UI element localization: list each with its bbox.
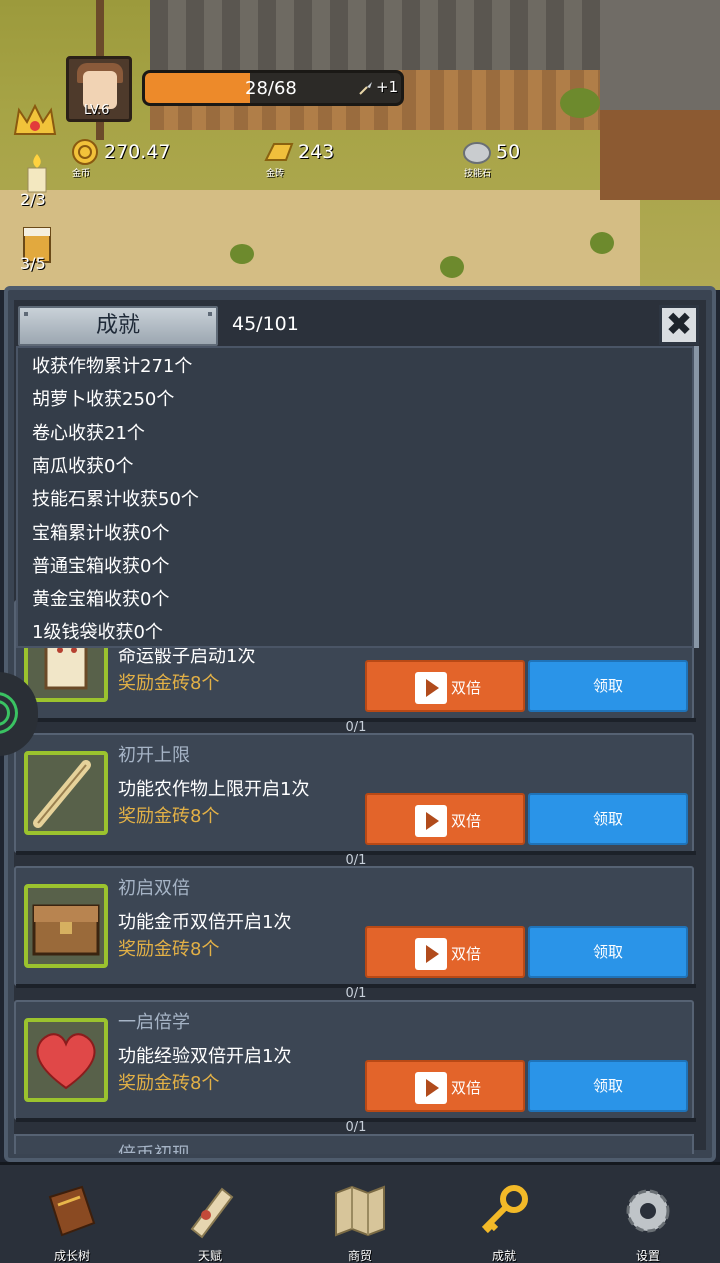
nav-item-trade[interactable]: 商贸 [310, 1171, 410, 1263]
achievement-progress: 0/1 [345, 1120, 367, 1135]
candle-counter[interactable]: 2/3 [16, 152, 60, 212]
bush [440, 256, 464, 278]
bush [230, 244, 254, 264]
achievement-card: 一启倍学功能经验双倍开启1次 奖励金砖8个 双倍 领取 0/1 [14, 1000, 696, 1135]
video-play-icon [415, 805, 447, 837]
nav-item-achievement[interactable]: 成就 [454, 1171, 554, 1263]
achievement-desc: 功能经验双倍开启1次 [118, 1046, 292, 1067]
scroll-icon [190, 1187, 234, 1239]
stats-dropdown[interactable]: 收获作物累计271个 胡萝卜收获250个 卷心收获21个 南瓜收获0个技能石累计收获5… [16, 346, 694, 648]
stat-row: 普通宝箱收获0个 [32, 555, 170, 577]
stat-row: 卷心收获21个 [32, 422, 145, 444]
gold-brick-icon [264, 143, 294, 161]
resource-value: 243 [298, 141, 335, 163]
stat-row: 黄金宝箱收获0个 [32, 589, 170, 611]
double-reward-button[interactable]: 双倍 [365, 660, 525, 712]
resource-caption: 金砖 [266, 169, 285, 179]
player-level: LV.6 [84, 103, 110, 118]
candle-icon [27, 154, 47, 193]
scrollbar[interactable] [694, 346, 699, 648]
double-reward-button[interactable]: 双倍 [365, 1060, 525, 1112]
stat-row: 1级钱袋收获0个 [32, 622, 163, 644]
stat-row: 宝箱累计收获0个 [32, 522, 170, 544]
double-reward-button[interactable]: 双倍 [365, 926, 525, 978]
achievement-icon-frame [24, 751, 108, 835]
crown-icon[interactable] [12, 100, 58, 140]
achievement-card: 初开上限功能农作物上限开启1次 奖励金砖8个 双倍 领取 0/1 [14, 733, 696, 868]
claim-button[interactable]: 领取 [528, 660, 688, 712]
claim-button[interactable]: 领取 [528, 793, 688, 845]
resource-value: 50 [496, 141, 521, 163]
bush [560, 88, 600, 118]
candle-count: 2/3 [20, 190, 46, 209]
key-icon [481, 1185, 528, 1234]
barn [600, 0, 720, 200]
dirt-path [0, 190, 640, 290]
nav-label: 设置 [635, 1249, 660, 1263]
achievement-card-partial: 倍币初现 [14, 1134, 694, 1154]
achievement-reward: 奖励金砖8个 [118, 673, 220, 694]
nav-item-talent[interactable]: 天赋 [160, 1171, 260, 1263]
achievement-icon-frame [24, 884, 108, 968]
nav-item-settings[interactable]: 设置 [598, 1171, 698, 1263]
achievement-name: 倍币初现 [118, 1140, 190, 1154]
achievement-count: 45/101 [232, 313, 299, 335]
achievement-tab[interactable]: 成就 [18, 306, 218, 346]
heart-icon [36, 1033, 96, 1090]
close-button[interactable]: ✖ [659, 305, 699, 345]
double-label: 双倍 [451, 1079, 482, 1097]
achievement-reward: 奖励金砖8个 [118, 939, 220, 960]
achievement-desc: 功能金币双倍开启1次 [118, 912, 292, 933]
bottom-nav: 成长树 天赋 商贸 成就 设置 [0, 1162, 720, 1263]
achievement-card: 初启双倍功能金币双倍开启1次 奖励金砖8个 双倍 领取 0/1 [14, 866, 696, 1001]
double-label: 双倍 [451, 812, 482, 830]
achievement-progress: 0/1 [345, 986, 367, 1001]
achievement-desc: 功能农作物上限开启1次 [118, 779, 310, 800]
double-label: 双倍 [451, 679, 482, 697]
video-play-icon [415, 1072, 447, 1104]
video-play-icon [415, 938, 447, 970]
nav-item-growth-tree[interactable]: 成长树 [22, 1171, 122, 1263]
shovel-icon [359, 82, 372, 95]
achievement-reward: 奖励金砖8个 [118, 806, 220, 827]
nav-label: 商贸 [347, 1249, 372, 1263]
achievement-name: 初开上限 [118, 745, 190, 766]
achievement-progress: 0/1 [345, 853, 367, 868]
resource-caption: 技能石 [464, 169, 492, 179]
wand-icon [33, 760, 91, 828]
xp-text: 28/68 [245, 78, 297, 99]
nav-label: 成就 [491, 1249, 516, 1263]
gear-icon [626, 1189, 670, 1233]
claim-button[interactable]: 领取 [528, 926, 688, 978]
stat-row: 技能石累计收获50个 [32, 489, 199, 511]
nav-label: 成长树 [53, 1249, 90, 1263]
resource-caption: 金币 [72, 169, 91, 179]
achievement-name: 一启倍学 [118, 1012, 190, 1033]
stat-row: 南瓜收获0个 [32, 455, 134, 477]
achievement-progress: 0/1 [345, 720, 367, 735]
treasure-chest-icon [32, 904, 100, 956]
video-play-icon [415, 672, 447, 704]
xp-bar-fill [145, 73, 250, 103]
gold-coin-icon [72, 139, 98, 165]
claim-button[interactable]: 领取 [528, 1060, 688, 1112]
drink-counter[interactable]: 3/5 [16, 222, 60, 282]
skill-stone-icon [463, 142, 491, 164]
nav-label: 天赋 [197, 1249, 222, 1263]
double-reward-button[interactable]: 双倍 [365, 793, 525, 845]
achievement-icon-frame [24, 1018, 108, 1102]
achievement-reward: 奖励金砖8个 [118, 1073, 220, 1094]
resource-value: 270.47 [104, 141, 171, 163]
stat-row: 胡萝卜收获250个 [32, 389, 175, 411]
xp-bonus: +1 [376, 78, 399, 96]
drink-count: 3/5 [20, 254, 46, 273]
double-label: 双倍 [451, 945, 482, 963]
stat-row: 收获作物累计271个 [32, 356, 193, 377]
bush [590, 232, 614, 254]
achievement-name: 初启双倍 [118, 878, 190, 899]
book-icon [48, 1185, 96, 1237]
map-icon [335, 1185, 385, 1237]
